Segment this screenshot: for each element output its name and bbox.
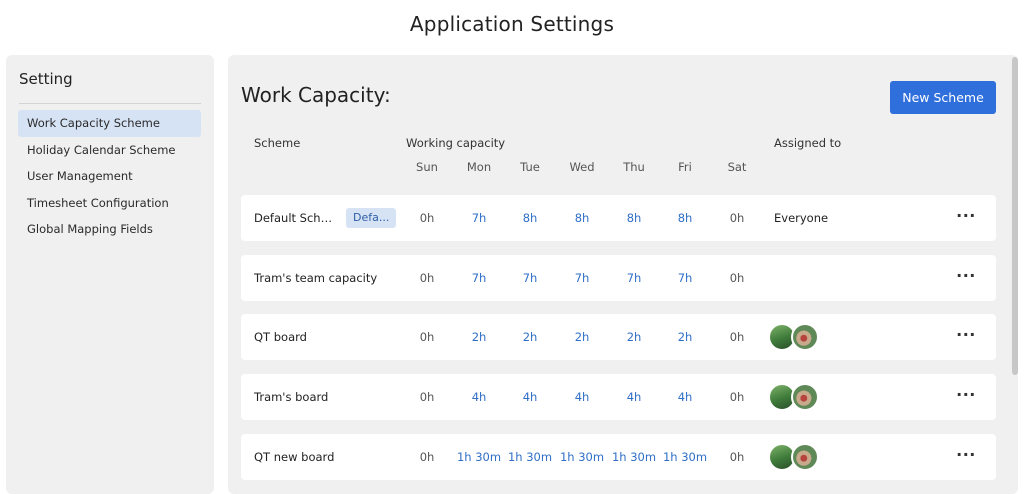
vertical-scrollbar[interactable] bbox=[1012, 57, 1018, 375]
capacity-thu: 1h 30m bbox=[611, 450, 657, 464]
scheme-name[interactable]: Tram's team capacity bbox=[254, 255, 404, 301]
scheme-name[interactable]: Default Sche... bbox=[254, 195, 334, 241]
capacity-tue: 2h bbox=[522, 330, 538, 344]
new-scheme-button[interactable]: New Scheme bbox=[890, 81, 996, 114]
capacity-sat: 0h bbox=[729, 271, 745, 285]
day-header-wed: Wed bbox=[569, 160, 595, 174]
scheme-name[interactable]: QT new board bbox=[254, 434, 404, 480]
capacity-sun: 0h bbox=[419, 211, 435, 225]
capacity-tue: 7h bbox=[522, 271, 538, 285]
capacity-sat: 0h bbox=[729, 450, 745, 464]
default-badge: Defa... bbox=[346, 208, 396, 228]
scheme-row[interactable]: Default Sche... Defa... 0h 7h 8h 8h 8h 8… bbox=[241, 195, 996, 241]
day-header-fri: Fri bbox=[678, 160, 692, 174]
more-options-button[interactable]: ··· bbox=[951, 374, 981, 420]
sidebar-item-global-mapping-fields[interactable]: Global Mapping Fields bbox=[18, 216, 201, 243]
capacity-fri: 2h bbox=[677, 330, 693, 344]
capacity-sat: 0h bbox=[729, 211, 745, 225]
capacity-sun: 0h bbox=[419, 330, 435, 344]
capacity-fri: 1h 30m bbox=[662, 450, 708, 464]
capacity-sun: 0h bbox=[419, 271, 435, 285]
assigned-avatars bbox=[768, 383, 828, 411]
day-header-sat: Sat bbox=[727, 160, 747, 174]
avatar[interactable] bbox=[791, 323, 819, 351]
sidebar-divider bbox=[19, 103, 201, 104]
sidebar-item-timesheet-configuration[interactable]: Timesheet Configuration bbox=[18, 190, 201, 217]
capacity-thu: 4h bbox=[626, 390, 642, 404]
capacity-thu: 7h bbox=[626, 271, 642, 285]
scheme-column-header: Scheme bbox=[254, 136, 301, 150]
capacity-thu: 8h bbox=[626, 211, 642, 225]
capacity-mon: 7h bbox=[471, 211, 487, 225]
capacity-wed: 1h 30m bbox=[559, 450, 605, 464]
sidebar-item-holiday-calendar-scheme[interactable]: Holiday Calendar Scheme bbox=[18, 137, 201, 164]
capacity-tue: 1h 30m bbox=[507, 450, 553, 464]
assigned-avatars bbox=[768, 443, 828, 471]
sidebar-nav: Work Capacity Scheme Holiday Calendar Sc… bbox=[18, 110, 201, 243]
capacity-sat: 0h bbox=[729, 330, 745, 344]
capacity-thu: 2h bbox=[626, 330, 642, 344]
work-capacity-panel: Work Capacity: New Scheme Scheme Working… bbox=[228, 55, 1018, 494]
sidebar-title: Setting bbox=[19, 70, 73, 88]
avatar[interactable] bbox=[791, 383, 819, 411]
capacity-fri: 4h bbox=[677, 390, 693, 404]
more-options-button[interactable]: ··· bbox=[951, 195, 981, 241]
scheme-row[interactable]: QT board 0h 2h 2h 2h 2h 2h 0h ··· bbox=[241, 314, 996, 360]
capacity-mon: 4h bbox=[471, 390, 487, 404]
capacity-tue: 8h bbox=[522, 211, 538, 225]
settings-sidebar: Setting Work Capacity Scheme Holiday Cal… bbox=[6, 55, 214, 494]
capacity-sat: 0h bbox=[729, 390, 745, 404]
capacity-mon: 2h bbox=[471, 330, 487, 344]
capacity-sun: 0h bbox=[419, 450, 435, 464]
scheme-row[interactable]: Tram's team capacity 0h 7h 7h 7h 7h 7h 0… bbox=[241, 255, 996, 301]
sidebar-item-user-management[interactable]: User Management bbox=[18, 163, 201, 190]
more-options-button[interactable]: ··· bbox=[951, 255, 981, 301]
assigned-avatars bbox=[768, 323, 828, 351]
capacity-sun: 0h bbox=[419, 390, 435, 404]
assigned-to-value: Everyone bbox=[774, 211, 829, 225]
more-options-button[interactable]: ··· bbox=[951, 314, 981, 360]
capacity-wed: 2h bbox=[574, 330, 590, 344]
avatar[interactable] bbox=[791, 443, 819, 471]
working-capacity-header: Working capacity bbox=[406, 136, 506, 150]
capacity-fri: 7h bbox=[677, 271, 693, 285]
sidebar-item-work-capacity-scheme[interactable]: Work Capacity Scheme bbox=[18, 110, 201, 137]
capacity-tue: 4h bbox=[522, 390, 538, 404]
capacity-mon: 1h 30m bbox=[456, 450, 502, 464]
day-header-thu: Thu bbox=[623, 160, 645, 174]
day-header-tue: Tue bbox=[520, 160, 540, 174]
capacity-wed: 8h bbox=[574, 211, 590, 225]
capacity-wed: 4h bbox=[574, 390, 590, 404]
page-title: Application Settings bbox=[409, 12, 615, 36]
capacity-mon: 7h bbox=[471, 271, 487, 285]
scheme-name[interactable]: Tram's board bbox=[254, 374, 404, 420]
more-options-button[interactable]: ··· bbox=[951, 434, 981, 480]
assigned-to-header: Assigned to bbox=[774, 136, 842, 150]
day-header-sun: Sun bbox=[416, 160, 438, 174]
day-header-mon: Mon bbox=[466, 160, 492, 174]
scheme-row[interactable]: QT new board 0h 1h 30m 1h 30m 1h 30m 1h … bbox=[241, 434, 996, 480]
capacity-fri: 8h bbox=[677, 211, 693, 225]
section-title: Work Capacity: bbox=[241, 83, 391, 107]
scheme-row[interactable]: Tram's board 0h 4h 4h 4h 4h 4h 0h ··· bbox=[241, 374, 996, 420]
capacity-wed: 7h bbox=[574, 271, 590, 285]
scheme-name[interactable]: QT board bbox=[254, 314, 404, 360]
